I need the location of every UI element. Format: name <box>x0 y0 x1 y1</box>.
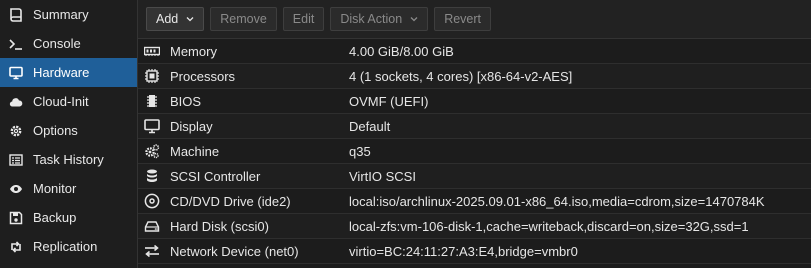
gear-icon <box>9 124 23 138</box>
sidebar-item-console[interactable]: Console <box>0 29 137 58</box>
sidebar-item-summary[interactable]: Summary <box>0 0 137 29</box>
row-key: Hard Disk (scsi0) <box>138 218 349 234</box>
disk-action-button-label: Disk Action <box>340 12 403 26</box>
table-row[interactable]: Network Device (net0) virtio=BC:24:11:27… <box>138 239 811 264</box>
sidebar-item-hardware[interactable]: Hardware <box>0 58 137 87</box>
cpu-icon <box>144 68 160 84</box>
sidebar-item-monitor[interactable]: Monitor <box>0 174 137 203</box>
cogs-icon <box>144 143 160 159</box>
row-value: q35 <box>349 143 371 159</box>
row-key: Processors <box>138 68 349 84</box>
sidebar-item-task-history[interactable]: Task History <box>0 145 137 174</box>
row-label: Hard Disk (scsi0) <box>170 218 269 234</box>
row-key: SCSI Controller <box>138 168 349 184</box>
sidebar-item-cloud-init[interactable]: Cloud-Init <box>0 87 137 116</box>
book-icon <box>9 7 23 22</box>
sidebar-item-label: Summary <box>33 7 89 22</box>
table-row[interactable]: Memory 4.00 GiB/8.00 GiB <box>138 39 811 64</box>
floppy-icon <box>9 211 23 225</box>
row-value: 4 (1 sockets, 4 cores) [x86-64-v2-AES] <box>349 68 573 84</box>
desktop-icon <box>144 118 160 134</box>
row-label: Display <box>170 118 213 134</box>
revert-button-label: Revert <box>444 12 482 26</box>
sidebar-item-label: Replication <box>33 239 98 254</box>
row-value: local-zfs:vm-106-disk-1,cache=writeback,… <box>349 218 749 234</box>
table-row[interactable]: Machine q35 <box>138 139 811 164</box>
sidebar-item-options[interactable]: Options <box>0 116 137 145</box>
row-value: VirtIO SCSI <box>349 168 416 184</box>
monitor-icon <box>9 66 23 80</box>
row-label: BIOS <box>170 93 202 109</box>
hardware-grid: Memory 4.00 GiB/8.00 GiB Processors 4 (1… <box>138 39 811 264</box>
harddisk-icon <box>144 218 160 234</box>
sidebar-item-label: Monitor <box>33 181 77 196</box>
sidebar: Summary Console Hardware Cloud-Init Opti… <box>0 0 138 268</box>
row-value: 4.00 GiB/8.00 GiB <box>349 43 454 59</box>
memory-icon <box>144 43 160 59</box>
row-value: virtio=BC:24:11:27:A3:E4,bridge=vmbr0 <box>349 243 578 259</box>
table-row[interactable]: SCSI Controller VirtIO SCSI <box>138 164 811 189</box>
row-label: Processors <box>170 68 236 84</box>
row-key: Network Device (net0) <box>138 243 349 259</box>
sidebar-item-label: Console <box>33 36 81 51</box>
row-key: Display <box>138 118 349 134</box>
chevron-down-icon <box>410 15 418 23</box>
row-label: SCSI Controller <box>170 168 261 184</box>
revert-button[interactable]: Revert <box>434 7 492 31</box>
row-label: Network Device (net0) <box>170 243 299 259</box>
edit-button[interactable]: Edit <box>282 7 325 31</box>
row-key: BIOS <box>138 93 349 109</box>
sidebar-item-label: Options <box>33 123 78 138</box>
sidebar-item-replication[interactable]: Replication <box>0 232 137 261</box>
eye-icon <box>9 182 23 196</box>
sidebar-item-label: Backup <box>33 210 77 225</box>
sidebar-item-backup[interactable]: Backup <box>0 203 137 232</box>
row-value: local:iso/archlinux-2025.09.01-x86_64.is… <box>349 193 765 209</box>
sidebar-item-label: Cloud-Init <box>33 94 89 109</box>
remove-button-label: Remove <box>220 12 267 26</box>
terminal-icon <box>9 37 23 51</box>
exchange-icon <box>144 243 160 259</box>
add-button[interactable]: Add <box>146 7 205 31</box>
table-row[interactable]: BIOS OVMF (UEFI) <box>138 89 811 114</box>
database-icon <box>144 168 160 184</box>
row-key: CD/DVD Drive (ide2) <box>138 193 349 209</box>
row-key: Machine <box>138 143 349 159</box>
disk-action-button[interactable]: Disk Action <box>330 7 429 31</box>
cloud-icon <box>9 95 23 109</box>
edit-button-label: Edit <box>292 12 315 26</box>
toolbar: Add Remove Edit Disk Action Revert <box>138 0 811 39</box>
row-label: Machine <box>170 143 220 159</box>
row-value: OVMF (UEFI) <box>349 93 429 109</box>
table-row[interactable]: CD/DVD Drive (ide2) local:iso/archlinux-… <box>138 189 811 214</box>
cdrom-icon <box>144 193 160 209</box>
sidebar-item-label: Hardware <box>33 65 90 80</box>
row-key: Memory <box>138 43 349 59</box>
row-value: Default <box>349 118 391 134</box>
add-button-label: Add <box>156 12 179 26</box>
table-row[interactable]: Display Default <box>138 114 811 139</box>
sidebar-item-label: Task History <box>33 152 104 167</box>
chevron-down-icon <box>186 15 194 23</box>
chip-icon <box>144 93 160 109</box>
row-label: Memory <box>170 43 217 59</box>
remove-button[interactable]: Remove <box>210 7 277 31</box>
row-label: CD/DVD Drive (ide2) <box>170 193 291 209</box>
table-row[interactable]: Processors 4 (1 sockets, 4 cores) [x86-6… <box>138 64 811 89</box>
table-row[interactable]: Hard Disk (scsi0) local-zfs:vm-106-disk-… <box>138 214 811 239</box>
retweet-icon <box>9 240 23 254</box>
hardware-panel: Add Remove Edit Disk Action Revert Memor… <box>138 0 811 268</box>
list-icon <box>9 153 23 167</box>
